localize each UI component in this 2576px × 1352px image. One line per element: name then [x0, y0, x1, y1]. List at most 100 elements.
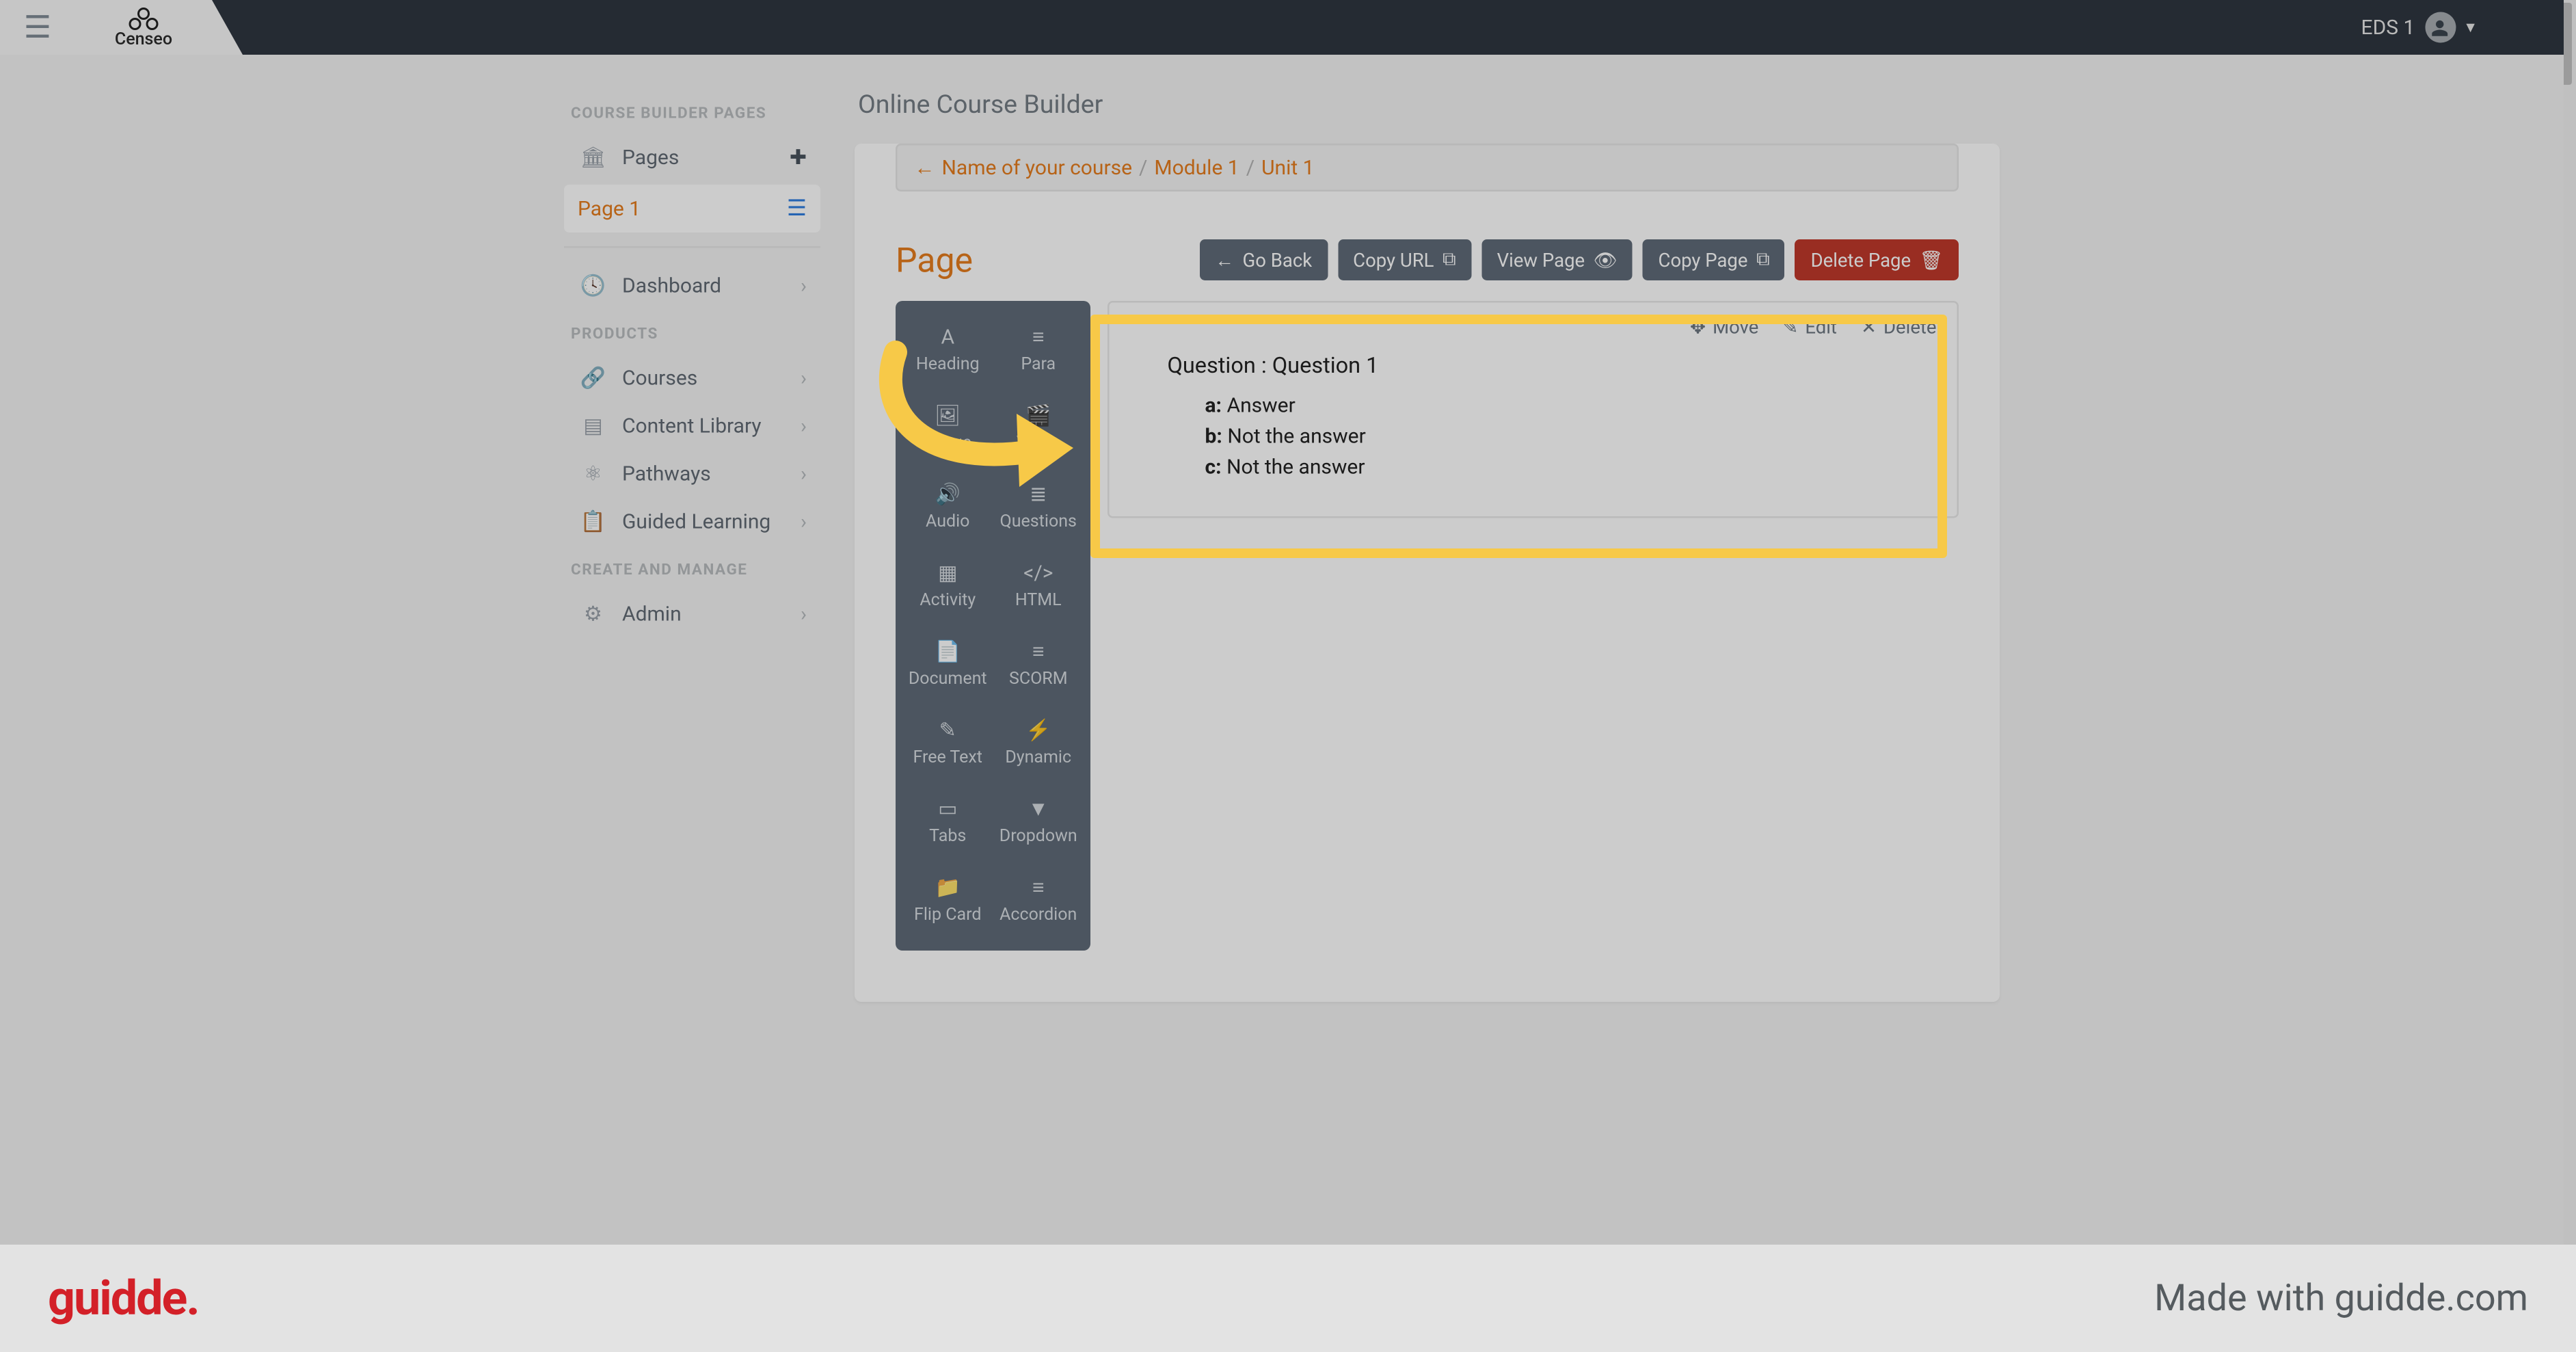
- chevron-right-icon: ›: [801, 509, 807, 533]
- move-action[interactable]: ✥ Move: [1690, 317, 1758, 339]
- option-text: Answer: [1226, 393, 1295, 417]
- palette-document[interactable]: 📄 Document: [902, 626, 993, 704]
- sidebar-item-label: Content Library: [622, 414, 762, 438]
- palette-label: Video: [1017, 434, 1060, 453]
- button-label: Copy Page: [1659, 249, 1748, 271]
- question-title-prefix: Question :: [1168, 354, 1272, 380]
- gear-icon: ⚙: [578, 602, 608, 626]
- sidebar-divider: [564, 246, 820, 248]
- caret-down-icon: ▼: [997, 797, 1081, 821]
- palette-label: Document: [909, 670, 987, 689]
- go-back-button[interactable]: ←Go Back: [1200, 239, 1328, 280]
- palette-html[interactable]: </>HTML: [993, 547, 1084, 626]
- palette-questions[interactable]: ≣ Questions: [993, 468, 1084, 547]
- palette-label: Questions: [1000, 513, 1077, 532]
- image-icon: 🖼: [906, 403, 990, 427]
- palette-label: Activity: [920, 592, 976, 611]
- arrow-left-icon[interactable]: ←: [915, 156, 935, 180]
- user-menu[interactable]: EDS 1 ▾: [2361, 12, 2475, 43]
- sidebar-section-builder: COURSE BUILDER PAGES: [571, 106, 820, 123]
- content-card: ← Name of your course / Module 1 / Unit …: [855, 144, 2000, 1002]
- palette-para[interactable]: ≡Para: [993, 311, 1084, 390]
- heading-icon: A: [906, 325, 990, 349]
- view-page-button[interactable]: View Page👁: [1481, 239, 1633, 280]
- audio-icon: 🔊: [906, 482, 990, 506]
- move-icon: ✥: [1690, 317, 1706, 339]
- guidde-logo: guidde.: [48, 1271, 199, 1327]
- palette-accordion[interactable]: ≡ Accordion: [993, 862, 1084, 940]
- sidebar-item-courses[interactable]: 🔗 Courses ›: [564, 354, 820, 402]
- copy-icon: ⧉: [1443, 248, 1456, 272]
- breadcrumb-separator: /: [1246, 156, 1255, 180]
- question-block[interactable]: ✥ Move ✎ Edit ✕Delete Question : Question …: [1108, 301, 1959, 518]
- delete-page-button[interactable]: Delete Page 🗑: [1795, 239, 1959, 280]
- paragraph-icon: ≡: [997, 325, 1081, 349]
- palette-dynamic[interactable]: ⚡Dynamic: [993, 704, 1084, 783]
- copy-page-button[interactable]: Copy Page⧉: [1643, 239, 1785, 280]
- palette-flip-card[interactable]: 📁Flip Card: [902, 862, 993, 940]
- document-icon: 📄: [906, 639, 990, 663]
- palette-label: Accordion: [999, 906, 1077, 925]
- palette-image[interactable]: 🖼Image: [902, 390, 993, 468]
- button-label: Go Back: [1243, 249, 1313, 271]
- menu-icon: ☰: [24, 10, 51, 46]
- user-avatar-icon: [2425, 12, 2456, 43]
- chevron-right-icon: ›: [801, 414, 807, 438]
- sidebar-item-content-library[interactable]: ▤ Content Library ›: [564, 402, 820, 450]
- option-key: a:: [1205, 393, 1222, 417]
- eye-icon: 👁: [1594, 249, 1618, 271]
- video-icon: 🎬: [997, 403, 1081, 427]
- sidebar-item-pages[interactable]: 🏛 Pages ✚: [564, 133, 820, 181]
- drag-icon[interactable]: ☰: [787, 196, 807, 222]
- option-key: c:: [1205, 455, 1222, 479]
- action-label: Move: [1713, 317, 1758, 339]
- question-title-value: Question 1: [1272, 354, 1379, 380]
- copy-url-button[interactable]: Copy URL⧉: [1338, 239, 1471, 280]
- brand-logo[interactable]: Censeo: [75, 0, 212, 55]
- palette-activity[interactable]: ▦ Activity: [902, 547, 993, 626]
- trash-icon: 🗑: [1920, 249, 1944, 271]
- sidebar-item-label: Courses: [622, 366, 697, 390]
- pencil-icon: ✎: [1782, 317, 1798, 339]
- action-label: Edit: [1805, 317, 1837, 339]
- plus-icon[interactable]: ✚: [790, 146, 807, 170]
- palette-video[interactable]: 🎬 Video: [993, 390, 1084, 468]
- sidebar: COURSE BUILDER PAGES 🏛 Pages ✚ Page 1 ☰ …: [564, 89, 820, 638]
- palette-label: Tabs: [929, 827, 966, 847]
- breadcrumb-course[interactable]: Name of your course: [942, 156, 1133, 180]
- clipboard-icon: 📋: [578, 509, 608, 533]
- palette-label: Flip Card: [914, 906, 981, 925]
- palette-tabs[interactable]: ▭Tabs: [902, 783, 993, 862]
- delete-action[interactable]: ✕Delete: [1861, 317, 1937, 339]
- top-navbar: ☰ Censeo EDS 1 ▾: [0, 0, 2564, 55]
- palette-label: Heading: [916, 356, 980, 375]
- palette-heading[interactable]: A Heading: [902, 311, 993, 390]
- palette-label: Dropdown: [999, 827, 1077, 847]
- accordion-icon: ≡: [997, 875, 1081, 899]
- palette-audio[interactable]: 🔊Audio: [902, 468, 993, 547]
- sidebar-item-dashboard[interactable]: 🕓 Dashboard ›: [564, 262, 820, 310]
- sidebar-item-pathways[interactable]: ⚛ Pathways ›: [564, 450, 820, 498]
- edit-action[interactable]: ✎ Edit: [1782, 317, 1837, 339]
- sidebar-item-page-1[interactable]: Page 1 ☰: [564, 185, 820, 233]
- palette-free-text[interactable]: ✎Free Text: [902, 704, 993, 783]
- sidebar-item-guided-learning[interactable]: 📋 Guided Learning ›: [564, 498, 820, 546]
- breadcrumb-unit[interactable]: Unit 1: [1261, 156, 1314, 180]
- text-icon: ✎: [906, 718, 990, 742]
- caret-down-icon: ▾: [2466, 18, 2475, 37]
- option-text: Not the answer: [1226, 455, 1365, 479]
- palette-dropdown[interactable]: ▼ Dropdown: [993, 783, 1084, 862]
- sidebar-section-create: CREATE AND MANAGE: [571, 563, 820, 580]
- sidebar-item-admin[interactable]: ⚙ Admin ›: [564, 590, 820, 638]
- pathways-icon: ⚛: [578, 462, 608, 486]
- grid-icon: ▦: [906, 561, 990, 585]
- palette-scorm[interactable]: ≡SCORM: [993, 626, 1084, 704]
- question-options: a: Answer b: Not the answer c: Not the a…: [1205, 390, 1930, 482]
- user-label: EDS 1: [2361, 16, 2415, 40]
- sidebar-item-label: Pages: [622, 146, 679, 170]
- question-title: Question : Question 1: [1168, 354, 1930, 380]
- hamburger-menu[interactable]: ☰: [0, 0, 75, 55]
- button-label: Delete Page: [1811, 249, 1911, 271]
- breadcrumb-module[interactable]: Module 1: [1154, 156, 1239, 180]
- list-icon: ≣: [997, 482, 1081, 506]
